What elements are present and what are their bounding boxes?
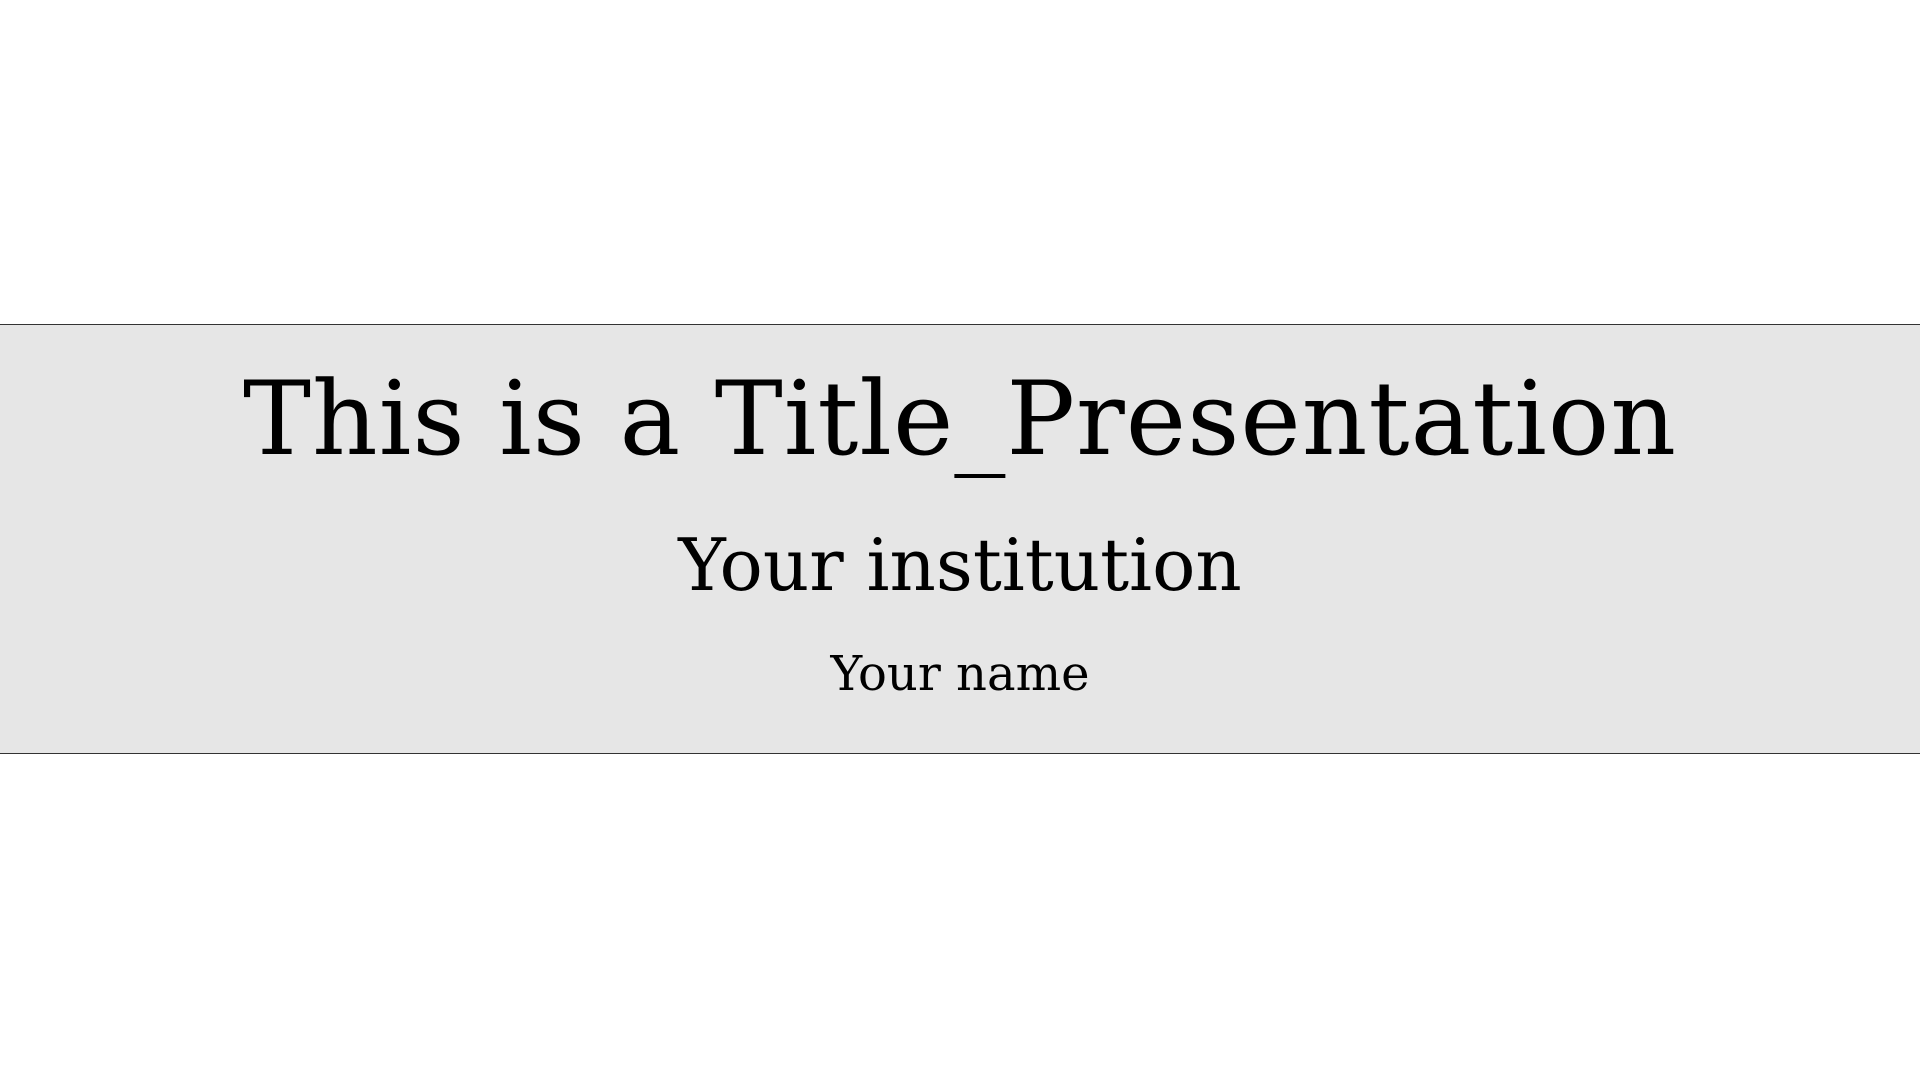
title-band: This is a Title_Presentation Your instit… bbox=[0, 324, 1920, 754]
slide-title: This is a Title_Presentation bbox=[242, 360, 1678, 479]
title-slide: This is a Title_Presentation Your instit… bbox=[0, 0, 1920, 1080]
author-name: Your name bbox=[830, 646, 1090, 702]
institution-text: Your institution bbox=[678, 523, 1242, 607]
